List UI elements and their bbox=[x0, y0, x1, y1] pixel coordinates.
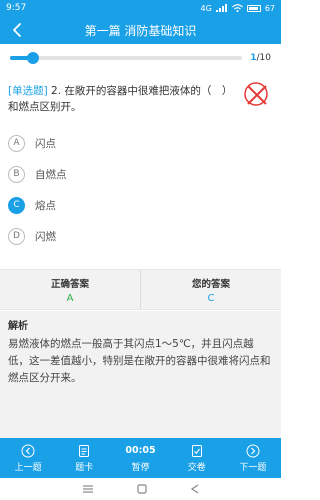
option-letter: D bbox=[8, 227, 25, 245]
option-text: 自燃点 bbox=[35, 168, 67, 181]
wrong-answer-icon bbox=[244, 82, 268, 106]
progress-total: /10 bbox=[256, 53, 271, 63]
status-bar: 9:57 4G 67 bbox=[0, 0, 281, 16]
prev-question-button[interactable]: 上一题 bbox=[0, 438, 56, 478]
correct-answer: 正确答案 A bbox=[0, 270, 140, 309]
arrow-left-circle-icon bbox=[21, 444, 35, 457]
analysis-section: 解析 易燃液体的燃点一般高于其闪点1～5℃，并且闪点越低，这一差值越小，特别是在… bbox=[0, 311, 281, 438]
option-text: 闪燃 bbox=[35, 230, 56, 243]
analysis-text: 易燃液体的燃点一般高于其闪点1～5℃，并且闪点越低，这一差值越小，特别是在敞开的… bbox=[8, 338, 271, 384]
home-icon[interactable] bbox=[136, 484, 147, 494]
your-answer-value: C bbox=[207, 292, 215, 304]
chevron-left-icon bbox=[13, 23, 21, 37]
progress-row: 1/10 bbox=[0, 44, 281, 72]
your-answer: 您的答案 C bbox=[140, 270, 281, 309]
question-type: [单选题] bbox=[8, 85, 48, 97]
prev-question-label: 上一题 bbox=[14, 462, 42, 473]
pause-button[interactable]: 00:05 暂停 bbox=[112, 438, 168, 478]
system-nav-bar bbox=[0, 478, 281, 500]
analysis-title: 解析 bbox=[8, 321, 28, 332]
next-question-button[interactable]: 下一题 bbox=[225, 438, 281, 478]
signal-icon bbox=[215, 4, 227, 12]
option-letter: B bbox=[8, 165, 25, 183]
answer-card-label: 题卡 bbox=[75, 462, 94, 473]
submit-button[interactable]: 交卷 bbox=[169, 438, 225, 478]
bottom-toolbar: 上一题 题卡 00:05 暂停 交卷 下一题 bbox=[0, 438, 281, 478]
timer-display: 00:05 bbox=[125, 445, 156, 456]
answer-card-icon bbox=[79, 444, 90, 457]
pause-label: 暂停 bbox=[131, 462, 150, 473]
menu-icon[interactable] bbox=[82, 484, 94, 494]
back-button[interactable] bbox=[6, 19, 28, 41]
next-question-label: 下一题 bbox=[239, 462, 267, 473]
option-a[interactable]: A 闪点 bbox=[8, 133, 56, 153]
status-icons: 4G 67 bbox=[201, 4, 275, 13]
option-letter: A bbox=[8, 134, 25, 152]
nav-bar: 第一篇 消防基础知识 bbox=[0, 16, 281, 44]
answer-card-button[interactable]: 题卡 bbox=[56, 438, 112, 478]
answer-panel: 正确答案 A 您的答案 C bbox=[0, 269, 281, 310]
option-letter: C bbox=[8, 196, 25, 214]
submit-label: 交卷 bbox=[187, 462, 206, 473]
status-time: 9:57 bbox=[6, 3, 27, 13]
option-b[interactable]: B 自燃点 bbox=[8, 164, 67, 184]
progress-knob[interactable] bbox=[27, 52, 40, 64]
option-c[interactable]: C 熔点 bbox=[8, 195, 56, 215]
battery-icon bbox=[246, 4, 261, 12]
arrow-right-circle-icon bbox=[246, 444, 260, 457]
option-text: 熔点 bbox=[35, 199, 56, 212]
question-text: [单选题] 2. 在敞开的容器中很难把液体的（ ）和燃点区别开。 bbox=[8, 83, 240, 115]
correct-answer-label: 正确答案 bbox=[50, 278, 89, 290]
submit-paper-icon bbox=[191, 444, 202, 457]
wifi-icon bbox=[231, 4, 243, 12]
option-d[interactable]: D 闪燃 bbox=[8, 226, 56, 246]
progress-count: 1/10 bbox=[250, 53, 271, 63]
option-text: 闪点 bbox=[35, 137, 56, 150]
signal-label: 4G bbox=[200, 3, 212, 13]
correct-answer-value: A bbox=[66, 292, 74, 304]
battery-level: 67 bbox=[264, 3, 275, 13]
your-answer-label: 您的答案 bbox=[191, 278, 230, 290]
page-title: 第一篇 消防基础知识 bbox=[84, 23, 197, 38]
progress-slider[interactable] bbox=[10, 52, 243, 64]
back-triangle-icon[interactable] bbox=[190, 484, 200, 494]
